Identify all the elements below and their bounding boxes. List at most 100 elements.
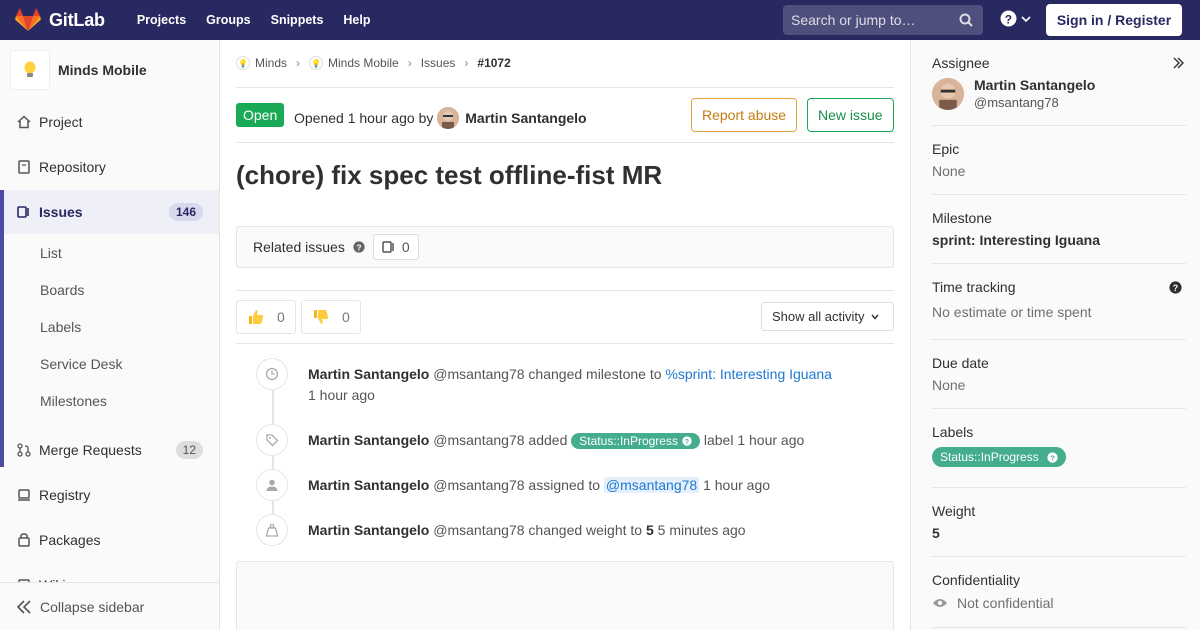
issue-title: (chore) fix spec test offline-fist MR <box>236 160 663 190</box>
new-issue-button[interactable]: New issue <box>807 98 894 132</box>
epic-value: None <box>932 163 966 179</box>
timeline-icon <box>256 358 288 390</box>
comment-area[interactable] <box>236 561 894 630</box>
svg-text:?: ? <box>685 439 689 446</box>
divider <box>932 487 1186 488</box>
sign-in-register-button[interactable]: Sign in / Register <box>1046 4 1182 36</box>
nav-links: Projects Groups Snippets Help <box>137 13 391 27</box>
milestone-value[interactable]: sprint: Interesting Iguana <box>932 232 1100 248</box>
report-abuse-button[interactable]: Report abuse <box>691 98 798 132</box>
sidebar-item-label: Registry <box>39 487 91 503</box>
status-label-pill[interactable]: Status::InProgress ? <box>932 447 1066 467</box>
related-issues-count[interactable]: 0 <box>372 234 419 260</box>
issue-status-badge: Open <box>236 103 285 127</box>
activity-filter-dropdown[interactable]: Show all activity <box>761 302 894 331</box>
gitlab-logo[interactable]: GitLab <box>15 8 105 32</box>
sidebar-subitem-milestones[interactable]: Milestones <box>40 393 107 409</box>
author-name[interactable]: Martin Santangelo <box>465 110 586 126</box>
breadcrumb-separator: › <box>407 56 412 70</box>
timeline-icon <box>256 514 288 546</box>
sidebar-item-label: Issues <box>39 204 83 220</box>
divider <box>236 142 894 143</box>
eye-icon <box>933 599 947 607</box>
confidentiality-value: Not confidential <box>957 595 1054 611</box>
event-author[interactable]: Martin Santangelo <box>308 477 429 493</box>
nav-link-snippets[interactable]: Snippets <box>271 13 324 27</box>
divider <box>236 290 894 291</box>
status-label-pill[interactable]: Status::InProgress ? <box>571 433 700 449</box>
event-action: changed weight to <box>528 522 643 538</box>
sidebar-item-project[interactable]: Project <box>0 100 219 144</box>
timeline-icon <box>256 469 288 501</box>
nav-link-help[interactable]: Help <box>343 13 370 27</box>
sidebar-item-packages[interactable]: Packages <box>0 518 219 562</box>
sidebar-item-registry[interactable]: Registry <box>0 473 219 517</box>
event-author[interactable]: Martin Santangelo <box>308 366 429 382</box>
user-mention[interactable]: @msantang78 <box>603 477 700 493</box>
event-author[interactable]: Martin Santangelo <box>308 432 429 448</box>
breadcrumb-item-project[interactable]: Minds Mobile <box>328 56 399 70</box>
confidentiality-label: Confidentiality <box>932 572 1020 588</box>
question-circle-icon[interactable]: ? <box>353 241 365 253</box>
sidebar-subitem-list[interactable]: List <box>40 245 62 261</box>
event-action: changed milestone to <box>528 366 662 382</box>
sidebar-item-label: Merge Requests <box>39 442 142 458</box>
issue-opened-meta: Opened 1 hour ago by Martin Santangelo <box>294 107 587 129</box>
timeline-event: Martin Santangelo @msantang78 changed mi… <box>308 366 832 382</box>
assignee-avatar[interactable] <box>932 78 964 110</box>
epic-label: Epic <box>932 141 960 157</box>
breadcrumb-current[interactable]: #1072 <box>477 56 510 70</box>
event-handle[interactable]: @msantang78 <box>433 522 524 538</box>
sidebar-item-repository[interactable]: Repository <box>0 145 219 189</box>
issues-icon <box>16 204 32 220</box>
breadcrumb-item-group[interactable]: Minds <box>255 56 287 70</box>
timeline-event: Martin Santangelo @msantang78 changed we… <box>308 522 746 538</box>
thumbs-up-icon <box>249 310 264 324</box>
issues-count-badge: 146 <box>168 203 203 221</box>
search-input[interactable]: Search or jump to… <box>783 5 983 35</box>
sidebar-subitem-boards[interactable]: Boards <box>40 282 84 298</box>
user-icon <box>266 479 278 491</box>
collapse-sidebar-button[interactable]: Collapse sidebar <box>0 582 219 630</box>
question-circle-icon: ? <box>682 436 692 446</box>
assignee-label: Assignee <box>932 55 990 71</box>
issue-main-content: 💡 Minds › 💡 Minds Mobile › Issues › #107… <box>220 40 910 630</box>
event-handle[interactable]: @msantang78 <box>433 477 524 493</box>
svg-text:?: ? <box>1050 453 1055 462</box>
labels-label: Labels <box>932 424 974 440</box>
brand-name: GitLab <box>49 9 105 30</box>
event-author[interactable]: Martin Santangelo <box>308 522 429 538</box>
opened-time: 1 hour ago <box>347 110 415 126</box>
container-icon <box>16 487 32 503</box>
project-header[interactable]: Minds Mobile <box>0 40 219 100</box>
question-circle-icon: ? <box>1047 451 1058 463</box>
weight-label: Weight <box>932 503 976 519</box>
help-dropdown[interactable]: ? <box>1000 10 1031 27</box>
assignee-handle: @msantang78 <box>974 95 1059 110</box>
author-avatar[interactable] <box>437 107 460 129</box>
weight-value: 5 <box>932 525 940 541</box>
timeline-icon <box>256 424 288 456</box>
breadcrumb-item-issues[interactable]: Issues <box>421 56 456 70</box>
event-handle[interactable]: @msantang78 <box>433 432 524 448</box>
event-handle[interactable]: @msantang78 <box>433 366 524 382</box>
weight-icon <box>265 523 279 537</box>
assignee-name[interactable]: Martin Santangelo <box>974 77 1095 93</box>
sidebar-item-issues[interactable]: Issues 146 <box>0 190 219 234</box>
thumbs-down-award-button[interactable]: 0 <box>301 300 361 334</box>
milestone-link[interactable]: %sprint: Interesting Iguana <box>665 366 832 382</box>
time-tracking-label: Time tracking <box>932 279 1016 295</box>
question-circle-icon[interactable]: ? <box>1169 281 1182 294</box>
clock-icon <box>265 367 279 381</box>
sidebar-subitem-service-desk[interactable]: Service Desk <box>40 356 122 372</box>
thumbs-up-award-button[interactable]: 0 <box>236 300 296 334</box>
nav-link-projects[interactable]: Projects <box>137 13 186 27</box>
double-chevron-right-icon[interactable] <box>1172 57 1184 69</box>
thumbs-up-count: 0 <box>277 309 285 325</box>
sidebar-item-merge-requests[interactable]: Merge Requests 12 <box>0 428 219 472</box>
sidebar-subitem-labels[interactable]: Labels <box>40 319 81 335</box>
sidebar-item-label: Repository <box>39 159 106 175</box>
nav-link-groups[interactable]: Groups <box>206 13 250 27</box>
due-date-label: Due date <box>932 355 989 371</box>
divider <box>932 263 1186 264</box>
